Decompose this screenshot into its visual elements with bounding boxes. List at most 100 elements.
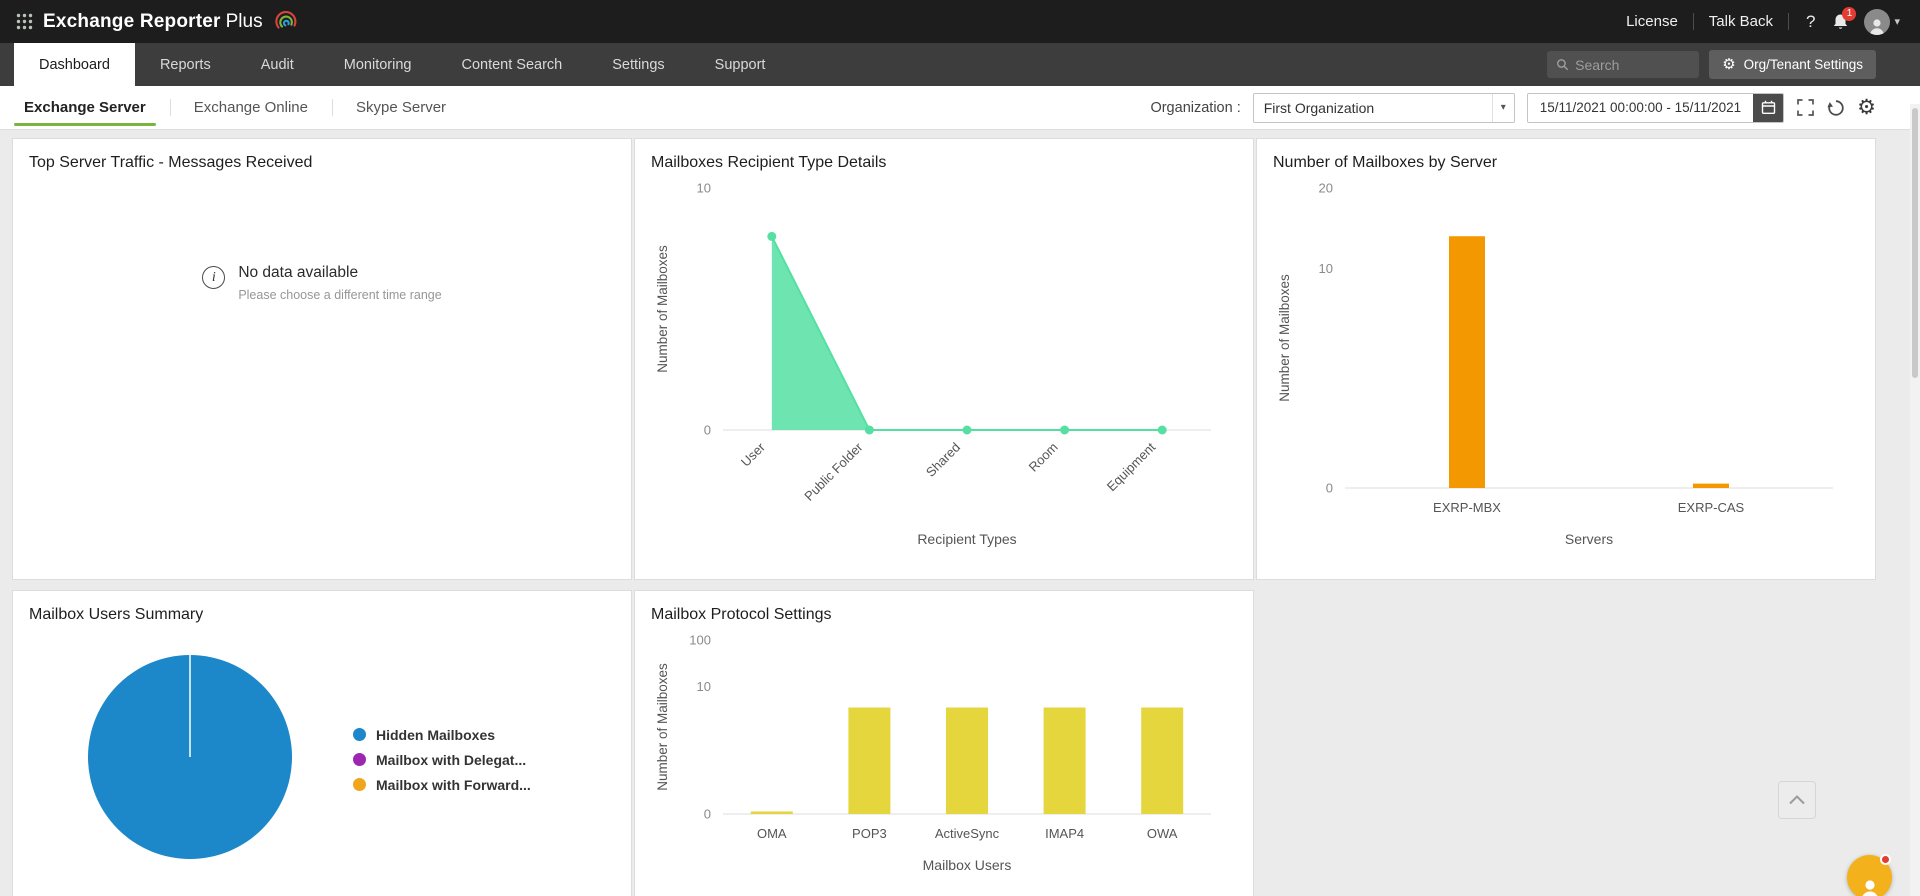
chart-text: 10 <box>697 181 711 196</box>
chart-text: Number of Mailboxes <box>1277 274 1292 402</box>
calendar-icon <box>1761 100 1775 114</box>
organization-label: Organization : <box>1150 99 1241 116</box>
chart-text: 0 <box>704 423 711 438</box>
account-menu-button[interactable]: ▾ <box>1864 8 1900 35</box>
chevron-down-icon: ▾ <box>1894 16 1900 28</box>
brand: Exchange Reporter Plus <box>16 11 298 33</box>
chart-text: Public Folder <box>801 439 866 504</box>
subtab-exchange-server[interactable]: Exchange Server <box>0 86 170 129</box>
user-avatar-icon <box>1864 8 1891 35</box>
search-input[interactable] <box>1575 56 1691 73</box>
brand-swoosh-icon <box>274 11 296 29</box>
no-data-message: i No data available Please choose a diff… <box>29 264 615 302</box>
brand-suffix: Plus <box>225 10 263 32</box>
protocol-chart-svg: Number of Mailboxes 0 10 100 OMA POP3 ActiveSy… <box>655 633 1211 873</box>
chart-text: Shared <box>923 440 963 480</box>
chart-text: ActiveSync <box>935 826 1000 841</box>
dashboard-settings-button[interactable]: ⚙ <box>1857 97 1876 118</box>
recipient-type-chart: Number of Mailboxes 0 10 User Public Folder S… <box>651 172 1237 554</box>
card-mailboxes-by-server: Number of Mailboxes by Server Number of … <box>1256 138 1876 580</box>
date-range-picker[interactable]: 15/11/2021 00:00:00 - 15/11/2021 <box>1526 92 1785 123</box>
tab-content-search[interactable]: Content Search <box>436 43 587 86</box>
info-icon: i <box>202 266 226 289</box>
topbar-actions: License Talk Back ? 1 ▾ <box>1626 6 1900 35</box>
chart-text: IMAP4 <box>1045 826 1084 841</box>
tab-audit[interactable]: Audit <box>236 43 319 86</box>
chevron-down-icon: ▾ <box>1491 93 1514 122</box>
tab-dashboard[interactable]: Dashboard <box>14 43 135 86</box>
by_server-chart-svg: Number of Mailboxes 0 10 20 EXRP-MBX EXRP-CAS… <box>1277 181 1833 547</box>
chart-text: Number of Mailboxes <box>655 663 670 791</box>
card-mailboxes-recipient-type: Mailboxes Recipient Type Details Number … <box>634 138 1254 580</box>
expand-icon <box>1797 99 1815 116</box>
chat-status-dot <box>1880 854 1891 865</box>
notification-badge: 1 <box>1842 6 1857 21</box>
card-title: Mailbox Protocol Settings <box>651 606 832 623</box>
sub-tabs: Exchange Server Exchange Online Skype Serv… <box>0 86 470 129</box>
mailbox-users-pie-chart <box>85 652 295 867</box>
card-title: Top Server Traffic - Messages Received <box>29 154 313 171</box>
chart-text: Equipment <box>1104 439 1159 494</box>
chart-text: OWA <box>1147 826 1178 841</box>
legend-item-mailbox-with-delegat[interactable]: Mailbox with Delegat... <box>353 752 531 768</box>
card-title: Number of Mailboxes by Server <box>1273 154 1498 171</box>
search-box[interactable] <box>1547 51 1700 78</box>
card-title: Mailbox Users Summary <box>29 606 204 623</box>
subtab-skype-server[interactable]: Skype Server <box>332 86 470 129</box>
chart-text: EXRP-MBX <box>1433 500 1501 515</box>
org-tenant-settings-label: Org/Tenant Settings <box>1743 57 1863 72</box>
main-tabs: Dashboard Reports Audit Monitoring Content S… <box>14 43 790 86</box>
main-nav: Dashboard Reports Audit Monitoring Content S… <box>0 43 1920 86</box>
tab-support[interactable]: Support <box>690 43 791 86</box>
dashboard-content: Top Server Traffic - Messages Received i… <box>0 130 1920 896</box>
mailboxes-by-server-chart: Number of Mailboxes 0 10 20 EXRP-MBX EXRP-CAS… <box>1273 172 1859 554</box>
scrollbar-thumb[interactable] <box>1912 108 1918 378</box>
support-chat-button[interactable] <box>1847 854 1892 896</box>
legend-label: Hidden Mailboxes <box>376 726 496 743</box>
refresh-button[interactable] <box>1827 99 1845 117</box>
card-mailbox-protocol-settings: Mailbox Protocol Settings Number of Mail… <box>634 590 1254 896</box>
brand-name: Exchange Reporter <box>43 10 221 32</box>
nav-actions: ⚙ Org/Tenant Settings <box>1547 43 1920 86</box>
license-link[interactable]: License <box>1626 13 1678 30</box>
chart-text: POP3 <box>852 826 887 841</box>
no-data-title: No data available <box>238 264 359 281</box>
legend-dot-icon <box>353 728 366 741</box>
chart-text: 10 <box>697 679 711 694</box>
topbar: Exchange Reporter Plus License Talk Back … <box>0 0 1920 43</box>
tab-settings[interactable]: Settings <box>587 43 689 86</box>
recipient-chart-svg: Number of Mailboxes 0 10 User Public Folder S… <box>655 181 1211 547</box>
chart-text: 0 <box>1326 481 1333 496</box>
divider <box>1788 13 1789 30</box>
chart-text: EXRP-CAS <box>1678 500 1745 515</box>
chart-text: OMA <box>757 826 787 841</box>
legend-dot-icon <box>353 778 366 791</box>
card-top-server-traffic: Top Server Traffic - Messages Received i… <box>12 138 632 580</box>
org-tenant-settings-button[interactable]: ⚙ Org/Tenant Settings <box>1709 50 1876 79</box>
calendar-button[interactable] <box>1753 93 1784 122</box>
talk-back-link[interactable]: Talk Back <box>1709 13 1773 30</box>
chart-text: 0 <box>704 807 711 822</box>
search-icon <box>1557 59 1569 71</box>
legend-item-mailbox-with-forward[interactable]: Mailbox with Forward... <box>353 777 531 793</box>
tab-monitoring[interactable]: Monitoring <box>319 43 437 86</box>
help-icon[interactable]: ? <box>1804 12 1817 32</box>
scroll-to-top-button[interactable] <box>1778 781 1816 819</box>
pie-legend: Hidden Mailboxes Mailbox with Delegat... M… <box>353 718 531 802</box>
organization-select[interactable]: First Organization ▾ <box>1252 92 1515 123</box>
pie-chart-svg <box>88 655 292 859</box>
subnav-controls: Organization : First Organization ▾ 15/1… <box>1150 92 1876 123</box>
legend-dot-icon <box>353 753 366 766</box>
mailbox-protocol-chart: Number of Mailboxes 0 10 100 OMA POP3 ActiveSy… <box>651 624 1237 880</box>
fullscreen-button[interactable] <box>1796 98 1815 117</box>
organization-selected-value: First Organization <box>1263 99 1375 116</box>
notifications-button[interactable]: 1 <box>1832 6 1857 31</box>
subtab-exchange-online[interactable]: Exchange Online <box>169 86 332 129</box>
chart-text: User <box>738 439 768 469</box>
legend-label: Mailbox with Forward... <box>376 776 531 793</box>
pie-area: Hidden Mailboxes Mailbox with Delegat... M… <box>29 652 615 867</box>
tab-reports[interactable]: Reports <box>135 43 236 86</box>
legend-item-hidden-mailboxes[interactable]: Hidden Mailboxes <box>353 727 531 743</box>
app-grid-icon[interactable] <box>16 13 33 30</box>
date-range-value: 15/11/2021 00:00:00 - 15/11/2021 <box>1539 100 1742 115</box>
